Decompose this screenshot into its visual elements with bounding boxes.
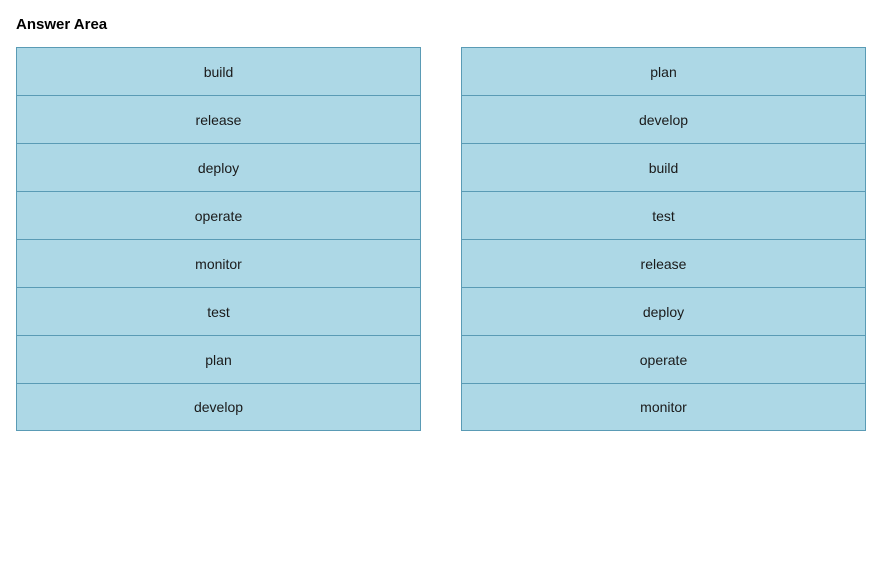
answer-area-title: Answer Area — [16, 16, 866, 33]
left-column-item[interactable]: develop — [16, 383, 421, 431]
left-column: buildreleasedeployoperatemonitortestplan… — [16, 47, 421, 431]
right-column-item[interactable]: test — [461, 191, 866, 239]
left-column-item[interactable]: monitor — [16, 239, 421, 287]
right-column-item[interactable]: monitor — [461, 383, 866, 431]
left-column-item[interactable]: deploy — [16, 143, 421, 191]
left-column-item[interactable]: build — [16, 47, 421, 95]
right-column: plandevelopbuildtestreleasedeployoperate… — [461, 47, 866, 431]
columns-container: buildreleasedeployoperatemonitortestplan… — [16, 47, 866, 431]
left-column-item[interactable]: plan — [16, 335, 421, 383]
left-column-item[interactable]: operate — [16, 191, 421, 239]
right-column-item[interactable]: release — [461, 239, 866, 287]
right-column-item[interactable]: build — [461, 143, 866, 191]
left-column-item[interactable]: test — [16, 287, 421, 335]
left-column-item[interactable]: release — [16, 95, 421, 143]
right-column-item[interactable]: deploy — [461, 287, 866, 335]
right-column-item[interactable]: operate — [461, 335, 866, 383]
right-column-item[interactable]: plan — [461, 47, 866, 95]
right-column-item[interactable]: develop — [461, 95, 866, 143]
